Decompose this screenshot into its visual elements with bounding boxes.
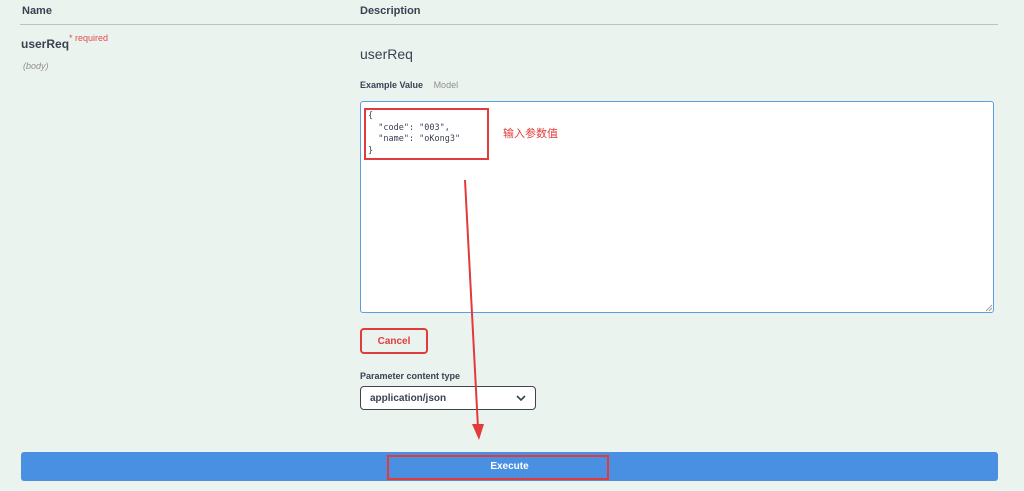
example-model-tabs: Example Value Model xyxy=(360,80,458,90)
resize-grip-icon[interactable] xyxy=(985,304,993,312)
column-header-name: Name xyxy=(22,5,52,17)
header-divider xyxy=(20,24,998,25)
content-type-label: Parameter content type xyxy=(360,371,461,381)
tab-model[interactable]: Model xyxy=(434,80,459,90)
required-badge: * required xyxy=(69,33,109,43)
parameter-location: (body) xyxy=(23,61,49,71)
content-type-select[interactable]: application/json xyxy=(360,386,536,410)
highlight-box-body xyxy=(364,108,489,160)
body-schema-title: userReq xyxy=(360,46,413,62)
parameter-name: userReq xyxy=(21,37,70,51)
cancel-button[interactable]: Cancel xyxy=(360,328,428,354)
column-header-description: Description xyxy=(360,5,421,17)
annotation-text: 输入参数值 xyxy=(503,128,558,140)
highlight-box-execute xyxy=(387,455,609,480)
tab-example-value[interactable]: Example Value xyxy=(360,80,423,90)
chevron-down-icon xyxy=(516,395,526,401)
content-type-value: application/json xyxy=(370,392,447,404)
